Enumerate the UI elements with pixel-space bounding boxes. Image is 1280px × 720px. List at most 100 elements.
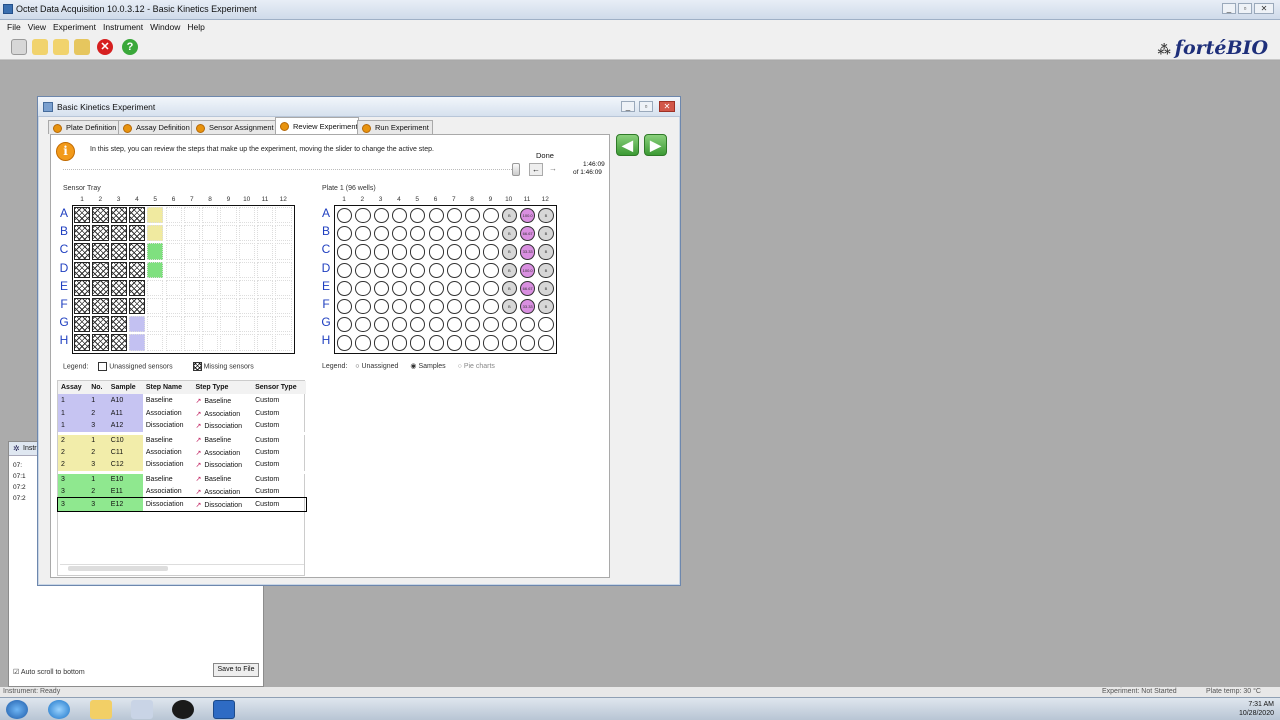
table-row[interactable]: 2 1 C10 Baseline ↗ Baseline Custom: [58, 433, 306, 446]
sensor-well[interactable]: [165, 279, 182, 296]
plate-well[interactable]: [355, 299, 371, 315]
plate-well[interactable]: B: [501, 244, 517, 260]
step-slider-track[interactable]: [63, 169, 518, 170]
horizontal-scrollbar[interactable]: [60, 564, 304, 571]
sensor-well[interactable]: [92, 207, 109, 224]
plate-well[interactable]: [391, 244, 408, 260]
save-to-file-button[interactable]: Save to File: [213, 663, 259, 677]
plate-well[interactable]: [391, 335, 408, 351]
plate-well[interactable]: [520, 317, 536, 333]
sensor-well[interactable]: [165, 334, 182, 351]
sensor-well[interactable]: [238, 334, 255, 351]
sensor-well[interactable]: [257, 207, 274, 224]
plate-well[interactable]: [337, 280, 353, 296]
plate-well[interactable]: [391, 280, 408, 296]
sensor-well[interactable]: [202, 298, 219, 315]
plate-well[interactable]: B: [538, 280, 554, 296]
sensor-well[interactable]: [110, 316, 127, 333]
dialog-minimize-button[interactable]: _: [621, 101, 635, 112]
radio-unassigned[interactable]: ○ Unassigned: [355, 363, 398, 370]
sensor-well[interactable]: [202, 225, 219, 242]
plate-well[interactable]: B: [501, 299, 517, 315]
plate-well[interactable]: [465, 262, 481, 278]
sensor-well[interactable]: [92, 225, 109, 242]
sensor-well[interactable]: [202, 279, 219, 296]
plate-well[interactable]: [410, 299, 426, 315]
sensor-well[interactable]: [183, 334, 201, 351]
plate-well[interactable]: [355, 280, 371, 296]
app-icon-taskbar[interactable]: [131, 700, 153, 719]
plate-well[interactable]: [483, 335, 499, 351]
plate-well[interactable]: [465, 244, 481, 260]
sensor-well[interactable]: [165, 298, 182, 315]
plate-well[interactable]: [520, 335, 536, 351]
sensor-well[interactable]: [275, 334, 292, 351]
plate-well[interactable]: [355, 335, 371, 351]
scrollbar-thumb[interactable]: [68, 566, 168, 571]
browser-icon[interactable]: [48, 700, 70, 719]
sensor-well[interactable]: [183, 316, 201, 333]
sensor-well[interactable]: [202, 261, 219, 278]
plate-well[interactable]: [483, 226, 499, 242]
plate-well[interactable]: [373, 208, 389, 224]
sensor-well[interactable]: [92, 261, 109, 278]
plate-well[interactable]: [355, 317, 371, 333]
sensor-well[interactable]: [220, 207, 237, 224]
sensor-well[interactable]: [128, 243, 146, 260]
sensor-well[interactable]: [165, 243, 182, 260]
sensor-well[interactable]: [257, 225, 274, 242]
octet-icon[interactable]: [213, 700, 235, 719]
sensor-well[interactable]: [238, 279, 255, 296]
plate-well[interactable]: [355, 262, 371, 278]
menu-window[interactable]: Window: [150, 20, 180, 34]
sensor-well[interactable]: [165, 316, 182, 333]
column-header[interactable]: Sample: [108, 381, 143, 394]
sensor-well[interactable]: [238, 207, 255, 224]
plate-well[interactable]: [483, 317, 499, 333]
plate-well[interactable]: [337, 244, 353, 260]
radio-pie-charts[interactable]: ○ Pie charts: [458, 363, 495, 370]
sensor-well[interactable]: [257, 334, 274, 351]
recorder-icon[interactable]: [172, 700, 194, 719]
sensor-well[interactable]: [183, 279, 201, 296]
sensor-well[interactable]: [257, 316, 274, 333]
plate-well[interactable]: [465, 335, 481, 351]
plate-well[interactable]: [428, 299, 444, 315]
plate-well[interactable]: [483, 244, 499, 260]
plate-well[interactable]: B: [538, 299, 554, 315]
plate-well[interactable]: [483, 208, 499, 224]
sensor-well[interactable]: [110, 225, 127, 242]
plate-well[interactable]: B: [501, 280, 517, 296]
sensor-well[interactable]: [257, 279, 274, 296]
sensor-well[interactable]: [74, 279, 91, 296]
menu-file[interactable]: File: [7, 20, 21, 34]
sensor-well[interactable]: [183, 225, 201, 242]
menu-help[interactable]: Help: [187, 20, 204, 34]
plate-well[interactable]: [483, 280, 499, 296]
sensor-well[interactable]: [92, 316, 109, 333]
sensor-well[interactable]: [220, 243, 237, 260]
plate-well[interactable]: [465, 280, 481, 296]
plate-well[interactable]: [428, 335, 444, 351]
plate-well[interactable]: 33.33: [520, 244, 536, 260]
sensor-well[interactable]: [165, 261, 182, 278]
plate-well[interactable]: [446, 335, 463, 351]
sensor-well[interactable]: [92, 334, 109, 351]
plate-well[interactable]: [373, 226, 389, 242]
plate-well[interactable]: [337, 226, 353, 242]
step-back-button[interactable]: ←: [529, 163, 543, 176]
sensor-well[interactable]: [110, 298, 127, 315]
table-row[interactable]: 3 3 E12 Dissociation ↗ Dissociation Custom: [57, 497, 307, 512]
table-row[interactable]: 3 1 E10 Baseline ↗ Baseline Custom: [58, 472, 306, 485]
plate-well[interactable]: B: [538, 262, 554, 278]
sensor-well[interactable]: [275, 279, 292, 296]
plate-well[interactable]: [391, 226, 408, 242]
plate-well[interactable]: [410, 280, 426, 296]
plate-well[interactable]: [428, 208, 444, 224]
plate-well[interactable]: [446, 317, 463, 333]
sensor-well[interactable]: [220, 225, 237, 242]
plate-well[interactable]: B: [538, 244, 554, 260]
wizard-icon[interactable]: [11, 39, 27, 55]
sensor-well[interactable]: [220, 334, 237, 351]
plate-well[interactable]: [391, 299, 408, 315]
